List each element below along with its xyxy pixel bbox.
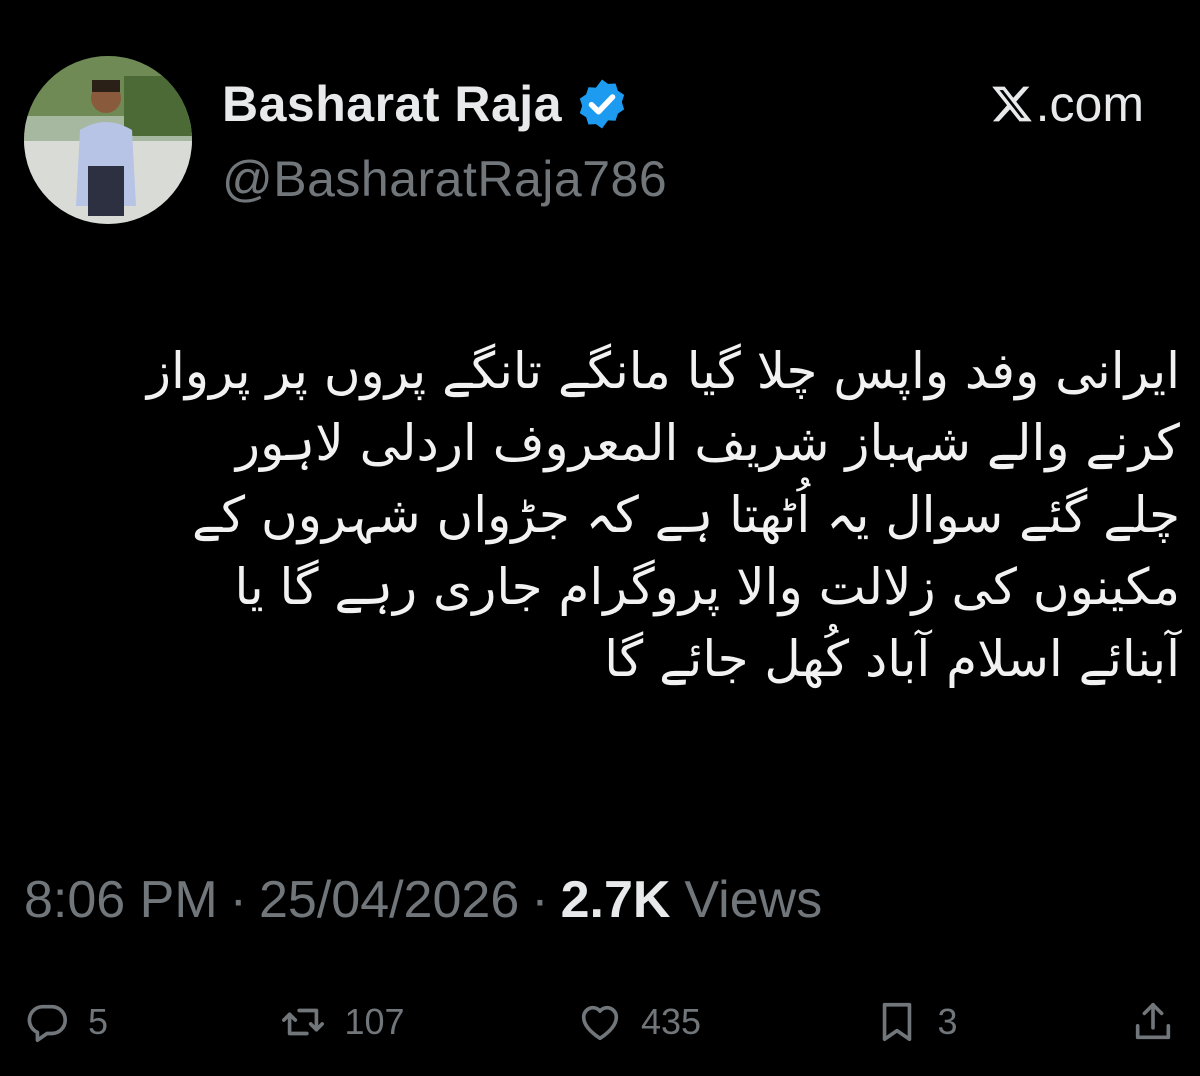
avatar-photo bbox=[24, 56, 192, 224]
reply-count: 5 bbox=[88, 1001, 109, 1042]
avatar[interactable] bbox=[24, 56, 192, 224]
author-handle[interactable]: @BasharatRaja786 bbox=[222, 150, 667, 208]
tweet-date[interactable]: 25/04/2026 bbox=[259, 870, 519, 930]
tweet-line: ایرانی وفد واپس چلا گیا مانگے تانگے پروں… bbox=[146, 342, 1180, 400]
tweet-line: کرنے والے شہباز شریف المعروف اردلی لاہور bbox=[235, 414, 1180, 472]
tweet-line: آبنائے اسلام آباد کُھل جائے گا bbox=[604, 630, 1180, 688]
bookmark-button[interactable]: 3 bbox=[874, 999, 958, 1045]
bookmark-count: 3 bbox=[937, 1001, 958, 1042]
tweet-time[interactable]: 8:06 PM bbox=[24, 870, 218, 930]
brand-watermark: .com bbox=[990, 76, 1144, 132]
tweet-meta: 8:06 PM · 25/04/2026 · 2.7K Views bbox=[24, 868, 822, 932]
display-name[interactable]: Basharat Raja bbox=[222, 75, 562, 133]
repost-count: 107 bbox=[344, 1001, 405, 1042]
tweet-line: چلے گئے سوال یہ اُٹھتا ہے کہ جڑواں شہروں… bbox=[191, 486, 1180, 544]
views-count: 2.7K bbox=[560, 871, 671, 929]
verified-badge-icon bbox=[579, 79, 625, 129]
bookmark-icon bbox=[882, 1002, 911, 1042]
share-icon bbox=[1135, 1002, 1171, 1040]
separator-dot: · bbox=[531, 871, 549, 929]
like-count: 435 bbox=[640, 1001, 702, 1042]
reply-icon bbox=[27, 1004, 68, 1043]
x-logo-icon bbox=[991, 86, 1032, 122]
author-name-row: Basharat Raja bbox=[222, 74, 630, 134]
like-button[interactable]: 435 bbox=[577, 999, 701, 1045]
separator-dot: · bbox=[229, 871, 247, 929]
repost-icon bbox=[282, 1008, 325, 1036]
repost-button[interactable]: 107 bbox=[280, 999, 405, 1045]
action-bar: 5 107 435 3 bbox=[24, 990, 1176, 1054]
views-label: Views bbox=[684, 871, 823, 929]
tweet-text: ایرانی وفد واپس چلا گیا مانگے تانگے پروں… bbox=[60, 335, 1180, 695]
brand-domain: .com bbox=[1035, 76, 1144, 132]
tweet-line: مکینوں کی زلالت والا پروگرام جاری رہے گا… bbox=[234, 558, 1180, 616]
reply-button[interactable]: 5 bbox=[24, 999, 108, 1045]
share-button[interactable] bbox=[1130, 999, 1176, 1045]
heart-icon bbox=[581, 1005, 619, 1041]
